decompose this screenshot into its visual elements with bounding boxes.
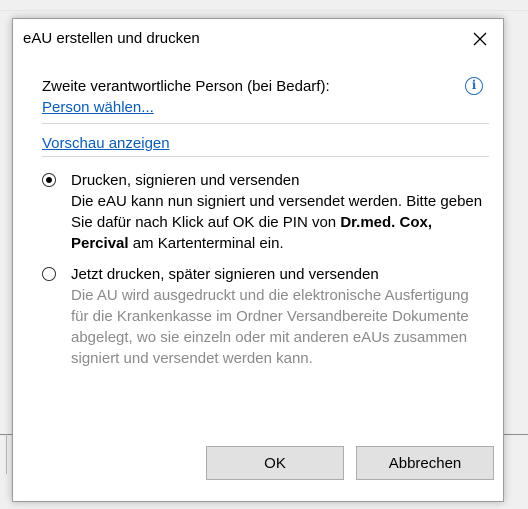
radio-print-now-sign-later[interactable] (42, 267, 56, 281)
choose-person-link[interactable]: Person wählen... (42, 99, 154, 116)
person-label: Zweite verantwortliche Person (bei Bedar… (42, 78, 330, 95)
dialog-content: Zweite verantwortliche Person (bei Bedar… (42, 77, 489, 369)
background-divider (6, 434, 7, 474)
option-description: Die AU wird ausgedruckt und die elektron… (71, 287, 469, 367)
cancel-button[interactable]: Abbrechen (356, 446, 494, 480)
preview-link[interactable]: Vorschau anzeigen (42, 134, 170, 154)
option-print-sign-send: Drucken, signieren und versenden Die eAU… (42, 170, 489, 254)
radio-print-sign-send[interactable] (42, 173, 56, 187)
person-row: Zweite verantwortliche Person (bei Bedar… (42, 77, 489, 117)
info-icon[interactable]: i (465, 77, 483, 95)
dialog-title: eAU erstellen und drucken (23, 30, 200, 47)
eau-dialog: eAU erstellen und drucken Zweite verantw… (12, 18, 504, 502)
background-divider (0, 10, 528, 11)
option-description-text: am Kartenterminal ein. (128, 235, 284, 252)
separator (42, 156, 489, 157)
close-button[interactable] (465, 25, 495, 53)
option-description: Die eAU kann nun signiert und versendet … (71, 191, 489, 254)
ok-button[interactable]: OK (206, 446, 344, 480)
separator (42, 123, 489, 124)
dialog-titlebar: eAU erstellen und drucken (13, 19, 503, 59)
option-print-now-sign-later: Jetzt drucken, später signieren und vers… (42, 264, 489, 369)
option-label: Drucken, signieren und versenden (71, 172, 300, 189)
close-icon (473, 32, 487, 46)
option-label: Jetzt drucken, später signieren und vers… (71, 266, 379, 283)
